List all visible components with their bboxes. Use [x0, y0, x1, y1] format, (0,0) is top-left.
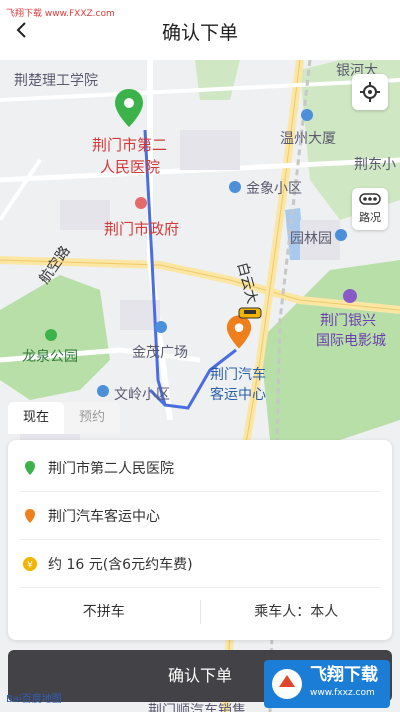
map-label-school: 荆楚理工学院 — [14, 73, 98, 89]
tab-reserve[interactable]: 预约 — [64, 402, 120, 434]
map-label-yuanlin: 园林园 — [290, 231, 332, 247]
tab-now[interactable]: 现在 — [8, 402, 64, 434]
coin-icon: ¥ — [23, 556, 37, 571]
map-label-wenzhou: 温州大厦 — [280, 131, 336, 147]
carpool-option[interactable]: 不拼车 — [8, 588, 200, 636]
crosshair-icon — [360, 82, 380, 102]
map-label-gov: 荆门市政府 — [104, 220, 180, 238]
options-row: 不拼车 乘车人：本人 — [8, 588, 392, 636]
watermark-logo: 飞翔下载 www.fxxz.com — [264, 660, 390, 708]
origin-row[interactable]: 荆门市第二人民医院 — [20, 444, 380, 492]
map-label-station-line2: 客运中心 — [210, 387, 266, 403]
origin-dot-icon — [25, 460, 35, 475]
header-bar: 飞翔下载 www.FXXZ.com 确认下单 — [0, 0, 400, 60]
passenger-option[interactable]: 乘车人：本人 — [201, 588, 393, 636]
ride-mode-tabs: 现在 预约 — [8, 402, 120, 434]
traffic-label: 路况 — [359, 211, 381, 224]
map-label-jinxiang: 金象小区 — [246, 181, 302, 197]
map-label-hospital-line2: 人民医院 — [100, 158, 161, 176]
traffic-toggle[interactable]: 路况 — [352, 188, 388, 230]
taxi-icon — [238, 307, 262, 319]
map-label-jinmao: 金茂广场 — [132, 345, 188, 361]
gov-poi-icon — [135, 197, 147, 209]
origin-pin-icon — [115, 89, 143, 127]
baidu-map-logo: Bai百度地图 — [6, 694, 62, 705]
map-label-longquan: 龙泉公园 — [22, 349, 78, 365]
locate-button[interactable] — [352, 74, 388, 110]
park-poi-icon — [45, 329, 57, 341]
park-poi-icon — [335, 229, 347, 241]
map-label-hospital-line1: 荆门市第二 — [92, 136, 168, 154]
destination-row[interactable]: 荆门汽车客运中心 — [20, 492, 380, 540]
fare-text: 约 16 元(含6元约车费) — [48, 556, 193, 573]
map-label-cinema-line1: 荆门银兴 — [320, 313, 376, 329]
svg-text:¥: ¥ — [27, 560, 33, 570]
map-label-wenling: 文岭小区 — [114, 387, 170, 403]
building-poi-icon — [301, 109, 313, 121]
map-label-station-line1: 荆门汽车 — [210, 367, 266, 383]
fare-row: ¥ 约 16 元(含6元约车费) — [20, 540, 380, 588]
community-poi-icon — [97, 385, 109, 397]
map-label-cinema-line2: 国际电影城 — [316, 333, 386, 349]
watermark-logo-title: 飞翔下载 — [310, 665, 378, 685]
mall-poi-icon — [155, 321, 167, 333]
destination-text: 荆门汽车客运中心 — [48, 508, 160, 525]
community-poi-icon — [229, 181, 241, 193]
logo-icon — [272, 669, 302, 699]
origin-text: 荆门市第二人民医院 — [48, 460, 174, 477]
cinema-poi-icon — [343, 289, 357, 303]
destination-dot-icon — [25, 508, 35, 523]
order-card: 荆门市第二人民医院 荆门汽车客运中心 ¥ 约 16 元(含6元约车费) 不拼车 … — [8, 440, 392, 640]
watermark-logo-url: www.fxxz.com — [310, 688, 375, 698]
map-label-jingdong: 荆东小 — [354, 157, 396, 173]
traffic-icon — [359, 193, 381, 205]
page-title: 确认下单 — [161, 22, 238, 44]
